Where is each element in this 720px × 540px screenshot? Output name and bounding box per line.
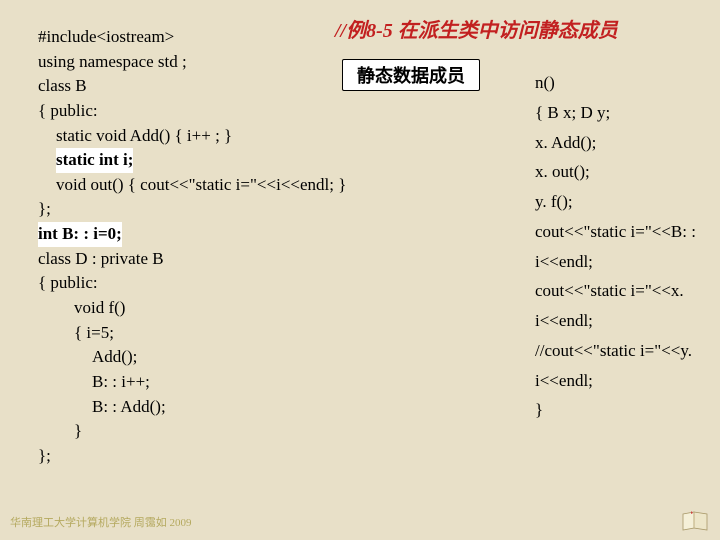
code-line: B: : i++; (38, 370, 458, 395)
code-left-column: #include<iostream> using namespace std ;… (38, 25, 458, 469)
code-line: y. f(); (535, 187, 720, 217)
footer-credit: 华南理工大学计算机学院 周霭如 2009 (10, 514, 192, 530)
code-line: class D : private B (38, 247, 458, 272)
code-line: }; (38, 444, 458, 469)
code-line: { B x; D y; (535, 98, 720, 128)
code-line: x. out(); (535, 157, 720, 187)
code-highlight: int B: : i=0; (38, 222, 122, 247)
code-line: static void Add() { i++ ; } (38, 124, 458, 149)
code-line: } (38, 419, 458, 444)
code-line: cout<<"static i="<<B: : i<<endl; (535, 217, 720, 277)
code-line: { i=5; (38, 321, 458, 346)
code-line: n() (535, 68, 720, 98)
code-line: using namespace std ; (38, 50, 458, 75)
code-highlight: static int i; (56, 148, 133, 173)
code-line: } (535, 395, 720, 425)
code-line: Add(); (38, 345, 458, 370)
code-line: { public: (38, 99, 458, 124)
code-line: cout<<"static i="<<x. i<<endl; (535, 276, 720, 336)
book-icon (682, 510, 708, 532)
code-line: void f() (38, 296, 458, 321)
code-line: }; (38, 197, 458, 222)
code-right-column: n() { B x; D y; x. Add(); x. out(); y. f… (535, 68, 720, 425)
code-line: B: : Add(); (38, 395, 458, 420)
code-line: void out() { cout<<"static i="<<i<<endl;… (38, 173, 458, 198)
code-line: #include<iostream> (38, 25, 458, 50)
code-line: { public: (38, 271, 458, 296)
code-line: //cout<<"static i="<<y. i<<endl; (535, 336, 720, 396)
code-line: x. Add(); (535, 128, 720, 158)
code-line: class B (38, 74, 458, 99)
